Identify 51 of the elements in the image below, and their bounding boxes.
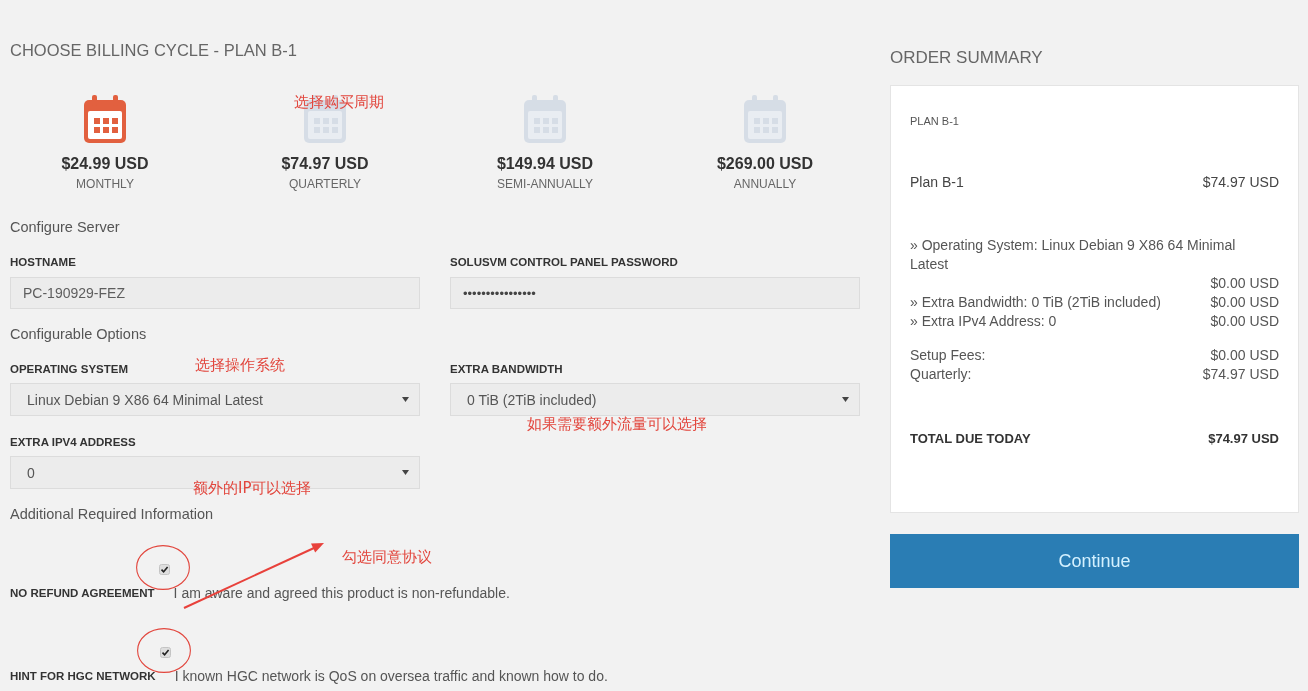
agreement-label: NO REFUND AGREEMENT [10,586,155,601]
annotation-text: 选择购买周期 [294,94,384,111]
cycle-price: $149.94 USD [496,154,594,174]
fee-amount: $0.00 USD [1210,346,1279,365]
agreement-text: I known HGC network is QoS on oversea traffic and known how to do. [173,667,608,685]
field-label: EXTRA BANDWIDTH [450,362,563,377]
option-price: $0.00 USD [1210,312,1279,331]
calendar-icon[interactable] [84,95,126,143]
field-label: EXTRA IPV4 ADDRESS [10,435,136,450]
annotation-text: 勾选同意协议 [342,549,432,566]
option-description: » Extra Bandwidth: 0 TiB (2TiB included) [910,293,1161,312]
fee-amount: $74.97 USD [1202,365,1279,384]
annotation-text: 选择操作系统 [195,357,285,374]
fee-label: Quarterly: [910,365,972,384]
dropdown-select[interactable]: Linux Debian 9 X86 64 Minimal Latest [10,383,420,416]
cycle-price: $74.97 USD [281,154,369,174]
product-price: $74.97 USD [1202,173,1279,191]
annotation-text: 如果需要额外流量可以选择 [527,416,707,433]
product-name: Plan B-1 [910,173,964,191]
option-price: $0.00 USD [1210,274,1279,293]
order-summary-title: ORDER SUMMARY [890,48,1043,68]
field-label: SOLUSVM CONTROL PANEL PASSWORD [450,255,678,270]
option-description: » Extra IPv4 Address: 0 [910,312,1057,331]
total-label: TOTAL DUE TODAY [910,430,1031,448]
cycle-period: SEMI-ANNUALLY [497,176,593,192]
password-field[interactable]: •••••••••••••••• [450,277,860,309]
section-heading: Additional Required Information [10,505,214,524]
option-price: $0.00 USD [1210,293,1279,312]
dropdown-select[interactable]: 0 TiB (2TiB included) [450,383,860,416]
plan-heading: PLAN B-1 [910,114,959,128]
agreement-label: HINT FOR HGC NETWORK [10,669,156,684]
section-heading: Configure Server [10,218,120,237]
checkbox[interactable] [158,564,170,575]
cycle-period: QUARTERLY [288,176,362,192]
continue-button[interactable]: Continue [890,534,1299,588]
option-description: » Operating System: Linux Debian 9 X86 64 Minimal Latest [910,236,1237,274]
cycle-price: $24.99 USD [61,154,149,174]
billing-cycle-title: CHOOSE BILLING CYCLE - PLAN B-1 [10,40,297,60]
checkbox[interactable] [159,647,171,658]
cycle-period: ANNUALLY [733,176,797,192]
input-field[interactable]: PC-190929-FEZ [10,277,420,309]
cycle-price: $269.00 USD [716,154,814,174]
caret-icon [842,397,849,402]
caret-icon [402,397,409,402]
caret-icon [402,470,409,475]
cycle-period: MONTHLY [76,176,134,192]
field-label: HOSTNAME [10,255,76,270]
fee-label: Setup Fees: [910,346,986,365]
total-amount: $74.97 USD [1208,430,1279,448]
field-label: OPERATING SYSTEM [10,362,128,377]
section-heading: Configurable Options [10,325,147,344]
